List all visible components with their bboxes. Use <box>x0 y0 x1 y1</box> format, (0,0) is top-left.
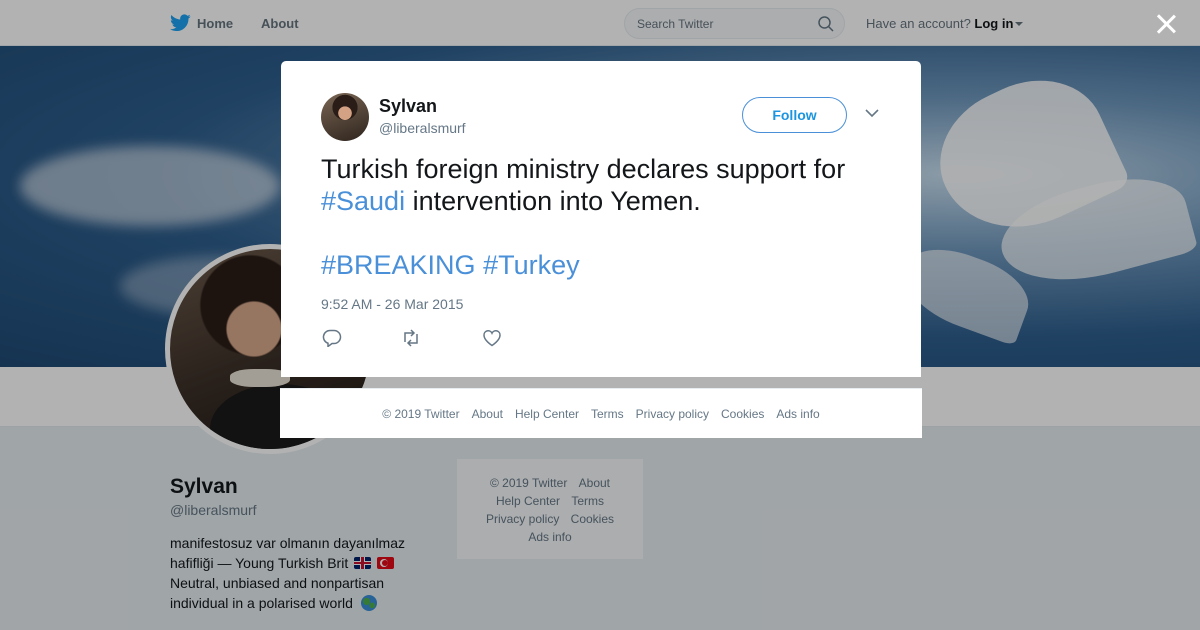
footer-ads-link[interactable]: Ads info <box>776 407 819 421</box>
retweet-icon[interactable] <box>401 329 421 347</box>
footer-terms-link[interactable]: Terms <box>591 407 624 421</box>
footer-help-link[interactable]: Help Center <box>515 407 579 421</box>
hashtag-link[interactable]: #Saudi <box>321 186 405 216</box>
tweet-modal: Sylvan @liberalsmurf Follow Turkish fore… <box>281 61 921 377</box>
footer-privacy-link[interactable]: Privacy policy <box>636 407 709 421</box>
tweet-timestamp[interactable]: 9:52 AM - 26 Mar 2015 <box>321 296 463 312</box>
close-icon[interactable] <box>1155 13 1177 35</box>
chevron-down-icon[interactable] <box>865 108 879 118</box>
footer-about-link[interactable]: About <box>472 407 503 421</box>
tweet-text-part: intervention into Yemen. <box>405 186 701 216</box>
tweet-author-avatar[interactable] <box>321 93 369 141</box>
footer-cookies-link[interactable]: Cookies <box>721 407 764 421</box>
like-icon[interactable] <box>482 329 502 347</box>
modal-footer: © 2019 Twitter About Help Center Terms P… <box>280 388 922 438</box>
footer-copyright: © 2019 Twitter <box>382 406 460 421</box>
tweet-text-part: Turkish foreign ministry declares suppor… <box>321 154 846 184</box>
follow-button[interactable]: Follow <box>742 97 847 133</box>
reply-icon[interactable] <box>322 329 342 347</box>
hashtag-link[interactable]: #BREAKING <box>321 250 476 280</box>
tweet-author-name[interactable]: Sylvan <box>379 96 437 117</box>
tweet-author-handle[interactable]: @liberalsmurf <box>379 120 466 136</box>
tweet-text: Turkish foreign ministry declares suppor… <box>321 153 891 281</box>
hashtag-link[interactable]: #Turkey <box>483 250 580 280</box>
